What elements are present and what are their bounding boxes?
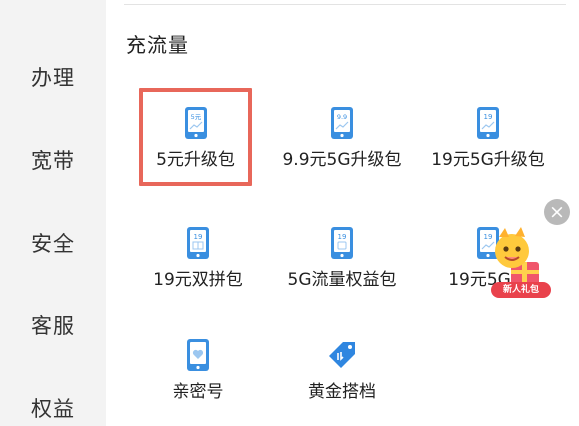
new-user-gift-badge[interactable]: 新人礼包	[487, 224, 553, 300]
tile-label: 19元5G升级包	[431, 150, 545, 170]
app-root: 办理 宽带 安全 客服 权益 充流量 5元 5元升级包 9.9 9.9元5G升级…	[0, 0, 579, 426]
sidebar-item-broadband[interactable]: 宽带	[0, 145, 106, 175]
section-title: 充流量	[126, 33, 189, 57]
tile-19-5g-upgrade[interactable]: 19 19元5G升级包	[420, 88, 556, 188]
content-panel: 充流量 5元 5元升级包 9.9 9.9元5G升级包 19 19元5G升级包 1…	[106, 0, 579, 426]
tile-golden-partner[interactable]: 黄金搭档	[274, 320, 410, 420]
divider	[124, 4, 566, 5]
tile-5yuan-upgrade[interactable]: 5元 5元升级包	[139, 88, 252, 186]
sidebar-item-handle[interactable]: 办理	[0, 62, 106, 92]
tile-label: 5G流量权益包	[287, 270, 397, 290]
phone-data-icon: 19	[476, 106, 500, 140]
sidebar-item-service[interactable]: 客服	[0, 310, 106, 340]
price-tag-icon	[325, 338, 359, 372]
heart-phone-icon	[186, 338, 210, 372]
gift-badge-label: 新人礼包	[491, 282, 551, 298]
close-ad-button[interactable]: ×	[544, 199, 570, 225]
tile-label: 19元双拼包	[153, 270, 243, 290]
tile-intimate-number[interactable]: 亲密号	[130, 320, 266, 420]
tile-label: 亲密号	[172, 382, 224, 402]
tile-label: 黄金搭档	[308, 382, 376, 402]
phone-data-icon: 9.9	[330, 106, 354, 140]
tile-label: 5元升级包	[156, 150, 235, 170]
phone-data-icon: 5元	[184, 106, 208, 140]
sidebar-item-benefits[interactable]: 权益	[0, 393, 106, 423]
category-sidebar: 办理 宽带 安全 客服 权益	[0, 0, 106, 426]
tile-5g-data-benefit[interactable]: 19 5G流量权益包	[274, 208, 410, 308]
phone-icon-text: 9.9	[337, 113, 347, 121]
phone-icon-text: 5元	[190, 113, 201, 121]
phone-icon-text: 19	[484, 113, 493, 121]
phone-icon-text: 19	[194, 233, 203, 241]
phone-data-icon: 19	[330, 226, 354, 260]
tile-label: 9.9元5G升级包	[282, 150, 402, 170]
sidebar-item-partial[interactable]	[0, 0, 106, 2]
sidebar-item-security[interactable]: 安全	[0, 228, 106, 258]
phone-icon-text: 19	[338, 233, 347, 241]
tile-9-9-5g-upgrade[interactable]: 9.9 9.9元5G升级包	[274, 88, 410, 188]
phone-data-icon: 19	[186, 226, 210, 260]
tile-19-dual-pack[interactable]: 19 19元双拼包	[130, 208, 266, 308]
